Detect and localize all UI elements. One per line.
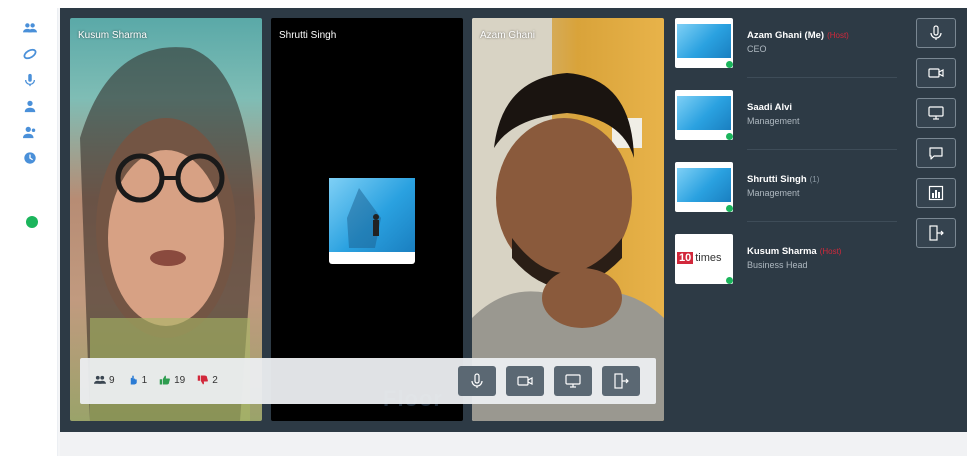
thumbs-up-icon xyxy=(159,375,170,385)
users-icon[interactable] xyxy=(22,20,38,36)
online-dot xyxy=(725,132,733,140)
monitor-icon xyxy=(928,106,944,120)
meeting-area: Kusum Sharma Shrutti Singh Floor xyxy=(60,8,967,432)
user-icon[interactable] xyxy=(22,98,38,114)
businessman-illustration-icon xyxy=(347,188,381,248)
microphone-icon xyxy=(930,25,942,40)
meeting-stats: 9 1 19 2 xyxy=(94,374,218,386)
camera-button[interactable] xyxy=(506,366,544,396)
chat-button[interactable] xyxy=(916,138,956,168)
list-item[interactable]: 10 times Kusum Sharma (Host) Business Head xyxy=(675,230,905,294)
video-button[interactable] xyxy=(916,58,956,88)
participant-avatar xyxy=(675,162,733,212)
tile-name-label: Kusum Sharma xyxy=(78,30,147,41)
dislikes-value: 2 xyxy=(212,374,218,386)
leave-meeting-button[interactable] xyxy=(916,218,956,248)
participant-name-text: Kusum Sharma xyxy=(747,246,817,257)
likes-value: 19 xyxy=(174,374,186,386)
users-icon xyxy=(94,375,106,384)
video-camera-icon xyxy=(928,68,944,78)
tile-name-label: Shrutti Singh xyxy=(279,30,337,41)
participant-role: CEO xyxy=(747,44,767,54)
microphone-button[interactable] xyxy=(916,18,956,48)
user-group-icon[interactable] xyxy=(22,124,38,140)
bar-chart-icon xyxy=(928,185,944,201)
left-rail xyxy=(0,8,58,456)
list-item[interactable]: Azam Ghani (Me) (Host) CEO xyxy=(675,14,905,78)
thumbs-down-icon xyxy=(198,375,209,385)
microphone-icon[interactable] xyxy=(22,72,38,88)
participant-name: Kusum Sharma (Host) xyxy=(747,246,841,257)
raised-hands-count: 1 xyxy=(127,374,148,386)
clock-icon[interactable] xyxy=(22,150,38,166)
exit-door-icon xyxy=(614,373,629,389)
participant-avatar xyxy=(675,18,733,68)
meeting-control-bar: 9 1 19 2 xyxy=(80,358,656,404)
participant-list: Azam Ghani (Me) (Host) CEO Saadi Alvi Man… xyxy=(675,14,905,314)
avatar-placeholder xyxy=(329,178,415,264)
chat-bubble-icon xyxy=(929,147,943,160)
exit-door-icon xyxy=(929,225,944,241)
logo-number: 10 xyxy=(677,252,694,264)
likes-count: 19 xyxy=(159,374,185,386)
host-tag: (Host) xyxy=(827,31,849,40)
participant-name: Shrutti Singh (1) xyxy=(747,174,819,185)
participant-name: Saadi Alvi xyxy=(747,102,792,113)
participant-name: Azam Ghani (Me) (Host) xyxy=(747,30,849,41)
logo-word: times xyxy=(695,252,722,264)
mute-button[interactable] xyxy=(458,366,496,396)
divider xyxy=(747,149,897,150)
participant-role: Business Head xyxy=(747,260,808,270)
participant-name-text: Shrutti Singh xyxy=(747,174,807,185)
monitor-icon xyxy=(565,374,581,388)
raised-hands-value: 1 xyxy=(141,374,148,386)
leave-button[interactable] xyxy=(602,366,640,396)
participant-name-text: Saadi Alvi xyxy=(747,102,793,113)
app-window: Kusum Sharma Shrutti Singh Floor xyxy=(0,0,967,456)
online-dot xyxy=(725,60,733,68)
list-item[interactable]: Saadi Alvi Management xyxy=(675,86,905,150)
participant-tag: (1) xyxy=(809,175,820,184)
online-status-dot xyxy=(26,216,38,228)
share-screen-button[interactable] xyxy=(554,366,592,396)
online-dot xyxy=(725,276,733,284)
poll-button[interactable] xyxy=(916,178,956,208)
host-tag: (Host) xyxy=(819,247,842,256)
participant-name-text: Azam Ghani (Me) xyxy=(747,30,825,41)
video-camera-icon xyxy=(517,376,533,386)
participants-count: 9 xyxy=(94,374,115,386)
tile-name-label: Azam Ghani xyxy=(480,30,536,41)
microphone-icon xyxy=(471,373,483,388)
participant-role: Management xyxy=(747,116,800,126)
screen-share-button[interactable] xyxy=(916,98,956,128)
participant-avatar: 10 times xyxy=(675,234,733,284)
company-logo: 10 times xyxy=(677,248,731,268)
top-bar xyxy=(0,0,967,8)
list-item[interactable]: Shrutti Singh (1) Management xyxy=(675,158,905,222)
bottom-strip xyxy=(60,432,967,456)
divider xyxy=(747,77,897,78)
participant-avatar xyxy=(675,90,733,140)
participant-role: Management xyxy=(747,188,800,198)
divider xyxy=(747,221,897,222)
online-dot xyxy=(725,204,733,212)
hand-icon xyxy=(130,375,137,385)
dislikes-count: 2 xyxy=(197,374,218,386)
participants-count-value: 9 xyxy=(109,374,115,386)
chat-bubbles-icon[interactable] xyxy=(22,46,38,62)
